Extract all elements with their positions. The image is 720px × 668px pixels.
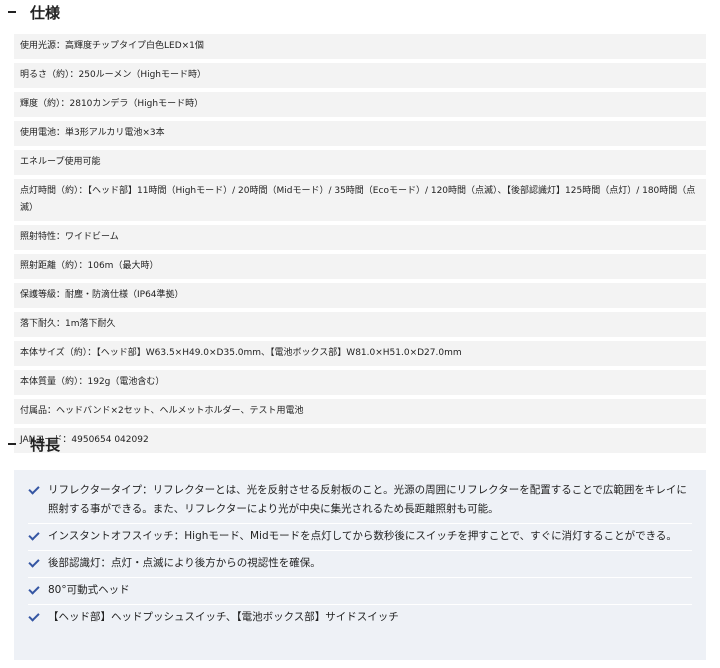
spec-row-weight: 本体質量（約）：192g（電池含む）: [14, 370, 706, 395]
check-icon: [28, 556, 40, 568]
feature-text: 後部認識灯：点灯・点滅により後方からの視認性を確保。: [48, 557, 321, 569]
feature-text: 【ヘッド部】ヘッドプッシュスイッチ、【電池ボックス部】サイドスイッチ: [48, 611, 399, 623]
check-icon: [28, 583, 40, 595]
check-icon: [28, 610, 40, 622]
spec-row-distance: 照射距離（約）：106m（最大時）: [14, 254, 706, 279]
spec-row-light-source: 使用光源：高輝度チップタイプ白色LED×1個: [14, 34, 706, 59]
feature-text: リフレクタータイプ：リフレクターとは、光を反射させる反射板のこと。光源の周囲にリ…: [48, 484, 687, 515]
feature-text: 80°可動式ヘッド: [48, 584, 130, 596]
spec-row-jan: JANコード：4950654 042092: [14, 428, 706, 453]
spec-heading-label: 仕様: [30, 3, 61, 22]
feature-item: 後部認識灯：点灯・点滅により後方からの視認性を確保。: [28, 551, 692, 578]
check-icon: [28, 529, 40, 541]
spec-row-accessories: 付属品：ヘッドバンド×2セット、ヘルメットホルダー、テスト用電池: [14, 399, 706, 424]
heading-dash-icon: [8, 11, 16, 13]
spec-row-protection: 保護等級：耐塵・防滴仕様（IP64準拠）: [14, 283, 706, 308]
check-icon: [28, 483, 40, 495]
spec-row-battery: 使用電池：単3形アルカリ電池×3本: [14, 121, 706, 146]
feature-item: インスタントオフスイッチ：Highモード、Midモードを点灯してから数秒後にスイ…: [28, 524, 692, 551]
features-list: リフレクタータイプ：リフレクターとは、光を反射させる反射板のこと。光源の周囲にリ…: [14, 470, 706, 660]
features-heading-label: 特長: [30, 435, 61, 454]
feature-text: インスタントオフスイッチ：Highモード、Midモードを点灯してから数秒後にスイ…: [48, 530, 677, 542]
features-heading: 特長: [0, 432, 60, 456]
feature-item: 80°可動式ヘッド: [28, 578, 692, 605]
spec-row-drop: 落下耐久：1m落下耐久: [14, 312, 706, 337]
spec-list: 使用光源：高輝度チップタイプ白色LED×1個 明るさ（約）：250ルーメン（Hi…: [14, 34, 706, 457]
spec-row-luminance: 輝度（約）：2810カンデラ（Highモード時）: [14, 92, 706, 117]
feature-item: 【ヘッド部】ヘッドプッシュスイッチ、【電池ボックス部】サイドスイッチ: [28, 605, 692, 631]
spec-row-beam: 照射特性：ワイドビーム: [14, 225, 706, 250]
spec-row-runtime: 点灯時間（約）：【ヘッド部】11時間（Highモード）/ 20時間（Midモード…: [14, 179, 706, 221]
spec-row-size: 本体サイズ（約）：【ヘッド部】W63.5×H49.0×D35.0mm、【電池ボッ…: [14, 341, 706, 366]
feature-item: リフレクタータイプ：リフレクターとは、光を反射させる反射板のこと。光源の周囲にリ…: [28, 478, 692, 524]
spec-row-eneloop: エネループ使用可能: [14, 150, 706, 175]
spec-row-brightness: 明るさ（約）：250ルーメン（Highモード時）: [14, 63, 706, 88]
heading-dash-icon: [8, 443, 16, 445]
spec-heading: 仕様: [0, 0, 60, 24]
